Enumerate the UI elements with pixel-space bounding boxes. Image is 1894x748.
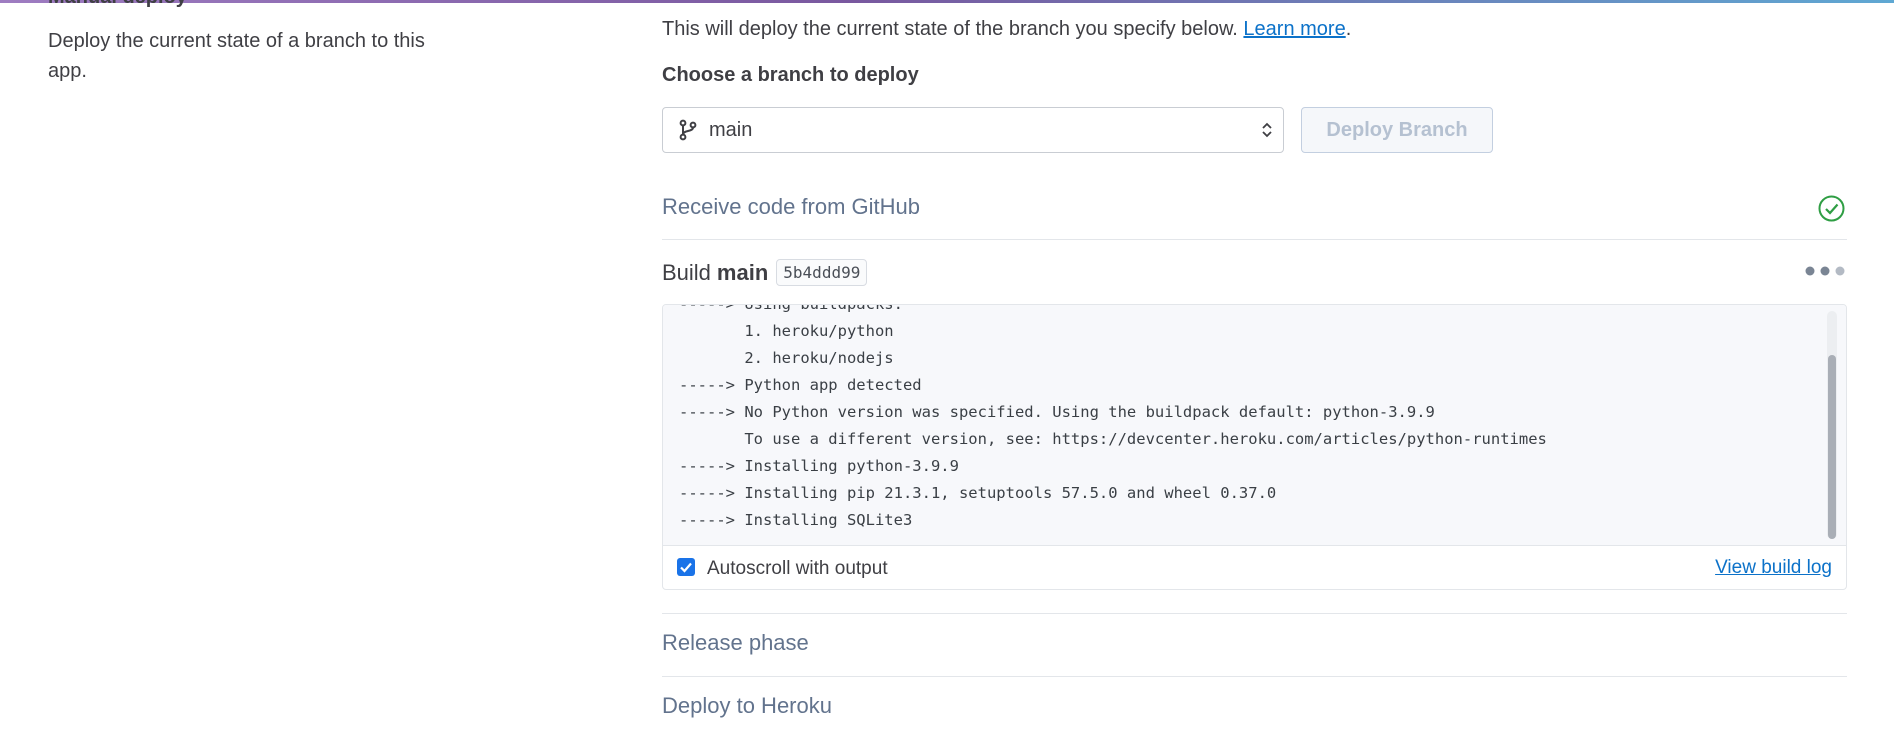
step-deploy-to-heroku: Deploy to Heroku — [662, 693, 832, 718]
deploy-intro: This will deploy the current state of th… — [662, 18, 1351, 41]
selected-branch: main — [709, 118, 753, 141]
log-line: -----> Using buildpacks: — [679, 305, 903, 313]
log-line: -----> Installing SQLite3 — [679, 511, 913, 529]
step-release-phase: Release phase — [662, 630, 809, 655]
log-line: -----> Python app detected — [679, 376, 922, 394]
divider — [662, 239, 1847, 240]
build-label: Build — [662, 259, 711, 285]
autoscroll-checkbox[interactable] — [677, 558, 695, 576]
more-dots-icon[interactable] — [1804, 264, 1846, 278]
chevron-up-down-icon — [1262, 122, 1272, 138]
intro-suffix: . — [1345, 18, 1352, 40]
log-line: 1. heroku/python — [679, 322, 894, 340]
build-log-panel: -----> Using buildpacks: 1. heroku/pytho… — [662, 304, 1847, 590]
log-line: 2. heroku/nodejs — [679, 349, 894, 367]
branch-select[interactable]: main — [662, 107, 1284, 153]
divider — [662, 676, 1847, 677]
build-log-output[interactable]: -----> Using buildpacks: 1. heroku/pytho… — [663, 305, 1846, 546]
autoscroll-label[interactable]: Autoscroll with output — [707, 558, 888, 580]
deploy-branch-button[interactable]: Deploy Branch — [1301, 107, 1493, 153]
step-receive-code: Receive code from GitHub — [662, 194, 920, 219]
view-build-log-link[interactable]: View build log — [1715, 557, 1832, 579]
intro-text: This will deploy the current state of th… — [662, 18, 1238, 40]
top-accent-bar — [0, 0, 1894, 3]
log-lines: -----> Using buildpacks: 1. heroku/pytho… — [679, 305, 1547, 534]
log-line: -----> No Python version was specified. … — [679, 403, 1435, 421]
divider — [662, 613, 1847, 614]
log-line: -----> Installing pip 21.3.1, setuptools… — [679, 484, 1277, 502]
learn-more-link[interactable]: Learn more — [1243, 18, 1345, 40]
log-scrollbar-thumb[interactable] — [1828, 355, 1836, 539]
log-line: To use a different version, see: https:/… — [679, 430, 1547, 448]
commit-badge: 5b4ddd99 — [776, 259, 868, 286]
checkbox-checked-icon — [680, 562, 692, 573]
section-title: Manual deploy — [48, 0, 187, 9]
git-branch-icon — [679, 119, 697, 141]
check-circle-icon — [1818, 195, 1845, 222]
build-branch: main — [716, 259, 769, 285]
build-step-title: Build main 5b4ddd99 — [662, 259, 868, 286]
branch-picker-label: Choose a branch to deploy — [662, 64, 919, 86]
section-description: Deploy the current state of a branch to … — [48, 30, 425, 82]
log-line: -----> Installing python-3.9.9 — [679, 457, 959, 475]
